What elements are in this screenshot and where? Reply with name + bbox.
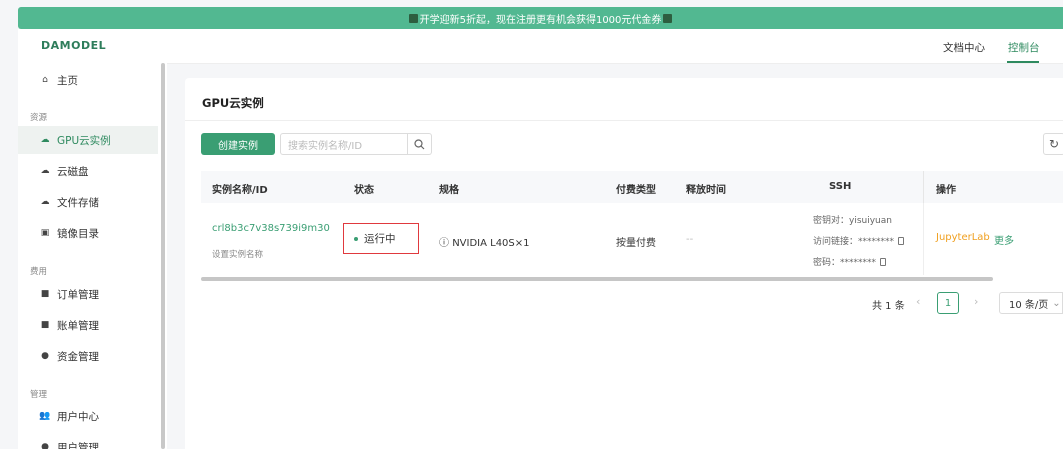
column-divider [923,171,924,203]
ssh-keypair: 密钥对：yisuiyuan [813,213,892,226]
sidebar-group-resources: 资源 [30,113,48,123]
page-title: GPU云实例 [202,96,264,110]
ssh-keypair-text: 密钥对：yisuiyuan [813,216,892,226]
search-input[interactable]: 搜索实例名称/ID [280,133,408,155]
page-size-value: 10 条/页 [1009,299,1049,311]
column-header: 付费类型 [616,185,656,196]
gift-icon [408,13,418,23]
book-icon: ▣ [40,228,50,238]
table-horizontal-scrollbar[interactable] [201,277,993,281]
sidebar-item-user-center[interactable]: 👥 用户中心 [18,402,158,430]
sidebar-item-label: GPU云实例 [57,134,111,147]
cloud-icon: ☁ [40,197,50,207]
order-icon: ■ [40,289,50,299]
column-divider [923,203,924,275]
nav-console-link[interactable]: 控制台 [1008,40,1040,55]
sidebar-item-bills[interactable]: ■ 账单管理 [18,311,158,339]
page-size-select[interactable]: 10 条/页 ⌄ [999,292,1063,314]
sidebar-item-label: 文件存储 [57,196,99,209]
sidebar-item-user-management[interactable]: ● 用户管理 [18,433,158,449]
sidebar-item-label: 用户中心 [57,410,99,423]
spec-cell: ⓘ NVIDIA L40S×1 [439,234,530,249]
status-dot-icon [354,236,358,241]
sidebar-item-label: 订单管理 [57,288,99,301]
cloud-upload-icon: ☁ [40,135,50,145]
users-icon: 👥 [39,411,51,421]
refresh-icon: ↻ [1048,137,1060,151]
copy-icon[interactable] [880,258,887,266]
sidebar: DAMODEL ⌂ 主页 资源 ☁ GPU云实例 ☁ 云磁盘 ☁ 文件存储 ▣ … [18,29,167,449]
home-icon: ⌂ [42,75,48,85]
spec-text: NVIDIA L40S×1 [452,238,530,249]
status-badge: 运行中 [343,223,419,254]
sidebar-item-label: 主页 [57,74,78,87]
create-instance-button[interactable]: 创建实例 [201,133,275,155]
column-header: 操作 [936,185,956,196]
ssh-password: 密码：******** [813,255,887,268]
divider [185,120,1063,121]
instance-id-link[interactable]: crl8b3c7v38s739i9m30 [212,223,330,234]
column-header: SSH [829,181,852,192]
sidebar-item-file-storage[interactable]: ☁ 文件存储 [18,188,158,216]
sidebar-group-billing: 费用 [30,267,48,277]
sidebar-item-cloud-disk[interactable]: ☁ 云磁盘 [18,157,158,185]
sidebar-item-image-catalog[interactable]: ▣ 镜像目录 [18,219,158,247]
instances-card: GPU云实例 创建实例 搜索实例名称/ID ↻ 实例名称/ID 状态 规格 付费… [185,78,1063,449]
sidebar-item-label: 账单管理 [57,319,99,332]
copy-icon[interactable] [898,237,905,245]
chevron-down-icon: ⌄ [1052,297,1061,309]
sidebar-item-home[interactable]: ⌂ 主页 [18,66,158,94]
top-nav: 文档中心 控制台 [167,29,1063,64]
page-number-button[interactable]: 1 [937,292,959,314]
refresh-button[interactable]: ↻ [1043,133,1063,155]
set-instance-name-link[interactable]: 设置实例名称 [212,248,263,260]
sidebar-item-label: 镜像目录 [57,227,99,240]
ssh-link: 访问链接：******** [813,234,905,247]
coin-icon: ● [41,351,49,361]
sidebar-item-gpu-instances[interactable]: ☁ GPU云实例 [18,126,158,154]
brand-logo[interactable]: DAMODEL [41,39,106,52]
column-header: 释放时间 [686,185,726,196]
more-actions-link[interactable]: 更多 [994,232,1014,247]
sidebar-item-orders[interactable]: ■ 订单管理 [18,280,158,308]
info-icon[interactable]: ⓘ [439,238,449,249]
sidebar-item-funds[interactable]: ● 资金管理 [18,342,158,370]
nav-docs-link[interactable]: 文档中心 [943,40,985,55]
next-page-button[interactable]: › [974,295,978,308]
active-tab-indicator [1007,61,1039,63]
sidebar-scrollbar[interactable] [161,63,165,449]
user-icon: ● [41,442,49,449]
sidebar-group-manage: 管理 [30,390,48,400]
prev-page-button[interactable]: ‹ [916,295,920,308]
ssh-password-text: 密码：******** [813,258,877,268]
promo-banner-text: 开学迎新5折起，现在注册更有机会获得1000元代金券 [419,14,662,26]
ssh-link-text: 访问链接：******** [813,237,895,247]
cloud-icon: ☁ [40,166,50,176]
column-header: 规格 [439,185,459,196]
pagination-total: 共 1 条 [872,301,905,312]
sidebar-item-label: 云磁盘 [57,165,89,178]
search-icon [414,138,425,149]
gift-icon [663,13,673,23]
promo-banner[interactable]: 开学迎新5折起，现在注册更有机会获得1000元代金券 [18,7,1063,29]
table-header: 实例名称/ID 状态 规格 付费类型 释放时间 SSH 操作 [201,171,1063,203]
search-button[interactable] [408,133,432,155]
release-time: -- [686,234,694,245]
status-text: 运行中 [364,233,396,245]
billing-type: 按量付费 [616,238,656,249]
column-header: 实例名称/ID [212,185,268,196]
column-header: 状态 [354,185,374,196]
jupyterlab-link[interactable]: JupyterLab [936,232,990,243]
bill-icon: ■ [40,320,50,330]
sidebar-item-label: 用户管理 [57,441,99,449]
sidebar-item-label: 资金管理 [57,350,99,363]
table-row: crl8b3c7v38s739i9m30 设置实例名称 运行中 ⓘ NVIDIA… [201,203,1063,275]
